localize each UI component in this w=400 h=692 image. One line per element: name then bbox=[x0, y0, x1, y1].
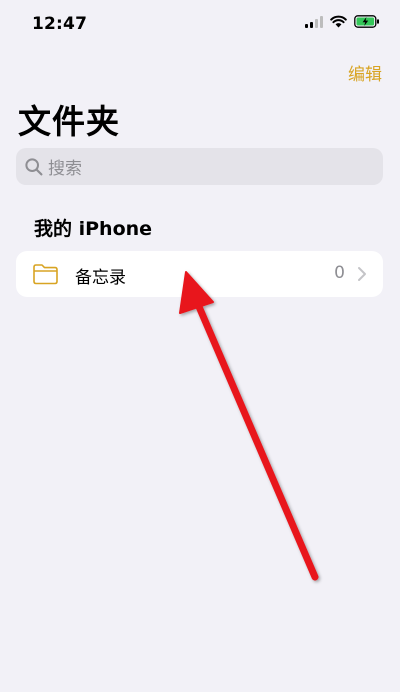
chevron-right-icon bbox=[358, 267, 366, 281]
edit-button[interactable]: 编辑 bbox=[348, 60, 382, 85]
notes-folders-screen: 12:47 编辑 文件夹 搜索 我的 iPhone 备忘录 0 bbox=[0, 0, 400, 692]
search-placeholder: 搜索 bbox=[48, 159, 82, 179]
search-bar[interactable]: 搜索 bbox=[16, 148, 383, 185]
page-title: 文件夹 bbox=[18, 102, 120, 141]
folder-icon bbox=[33, 264, 58, 285]
folder-list: 备忘录 0 bbox=[16, 251, 383, 297]
search-icon bbox=[25, 157, 43, 175]
cellular-signal-icon bbox=[305, 15, 323, 28]
status-icons bbox=[305, 15, 380, 28]
section-header-my-iphone: 我的 iPhone bbox=[34, 218, 153, 240]
battery-charging-icon bbox=[354, 15, 379, 28]
folder-name: 备忘录 bbox=[75, 268, 126, 288]
wifi-icon bbox=[330, 15, 347, 28]
status-time: 12:47 bbox=[32, 14, 88, 34]
folder-row-notes[interactable]: 备忘录 0 bbox=[16, 251, 383, 297]
status-bar: 12:47 bbox=[0, 0, 400, 50]
folder-count: 0 bbox=[334, 263, 345, 283]
